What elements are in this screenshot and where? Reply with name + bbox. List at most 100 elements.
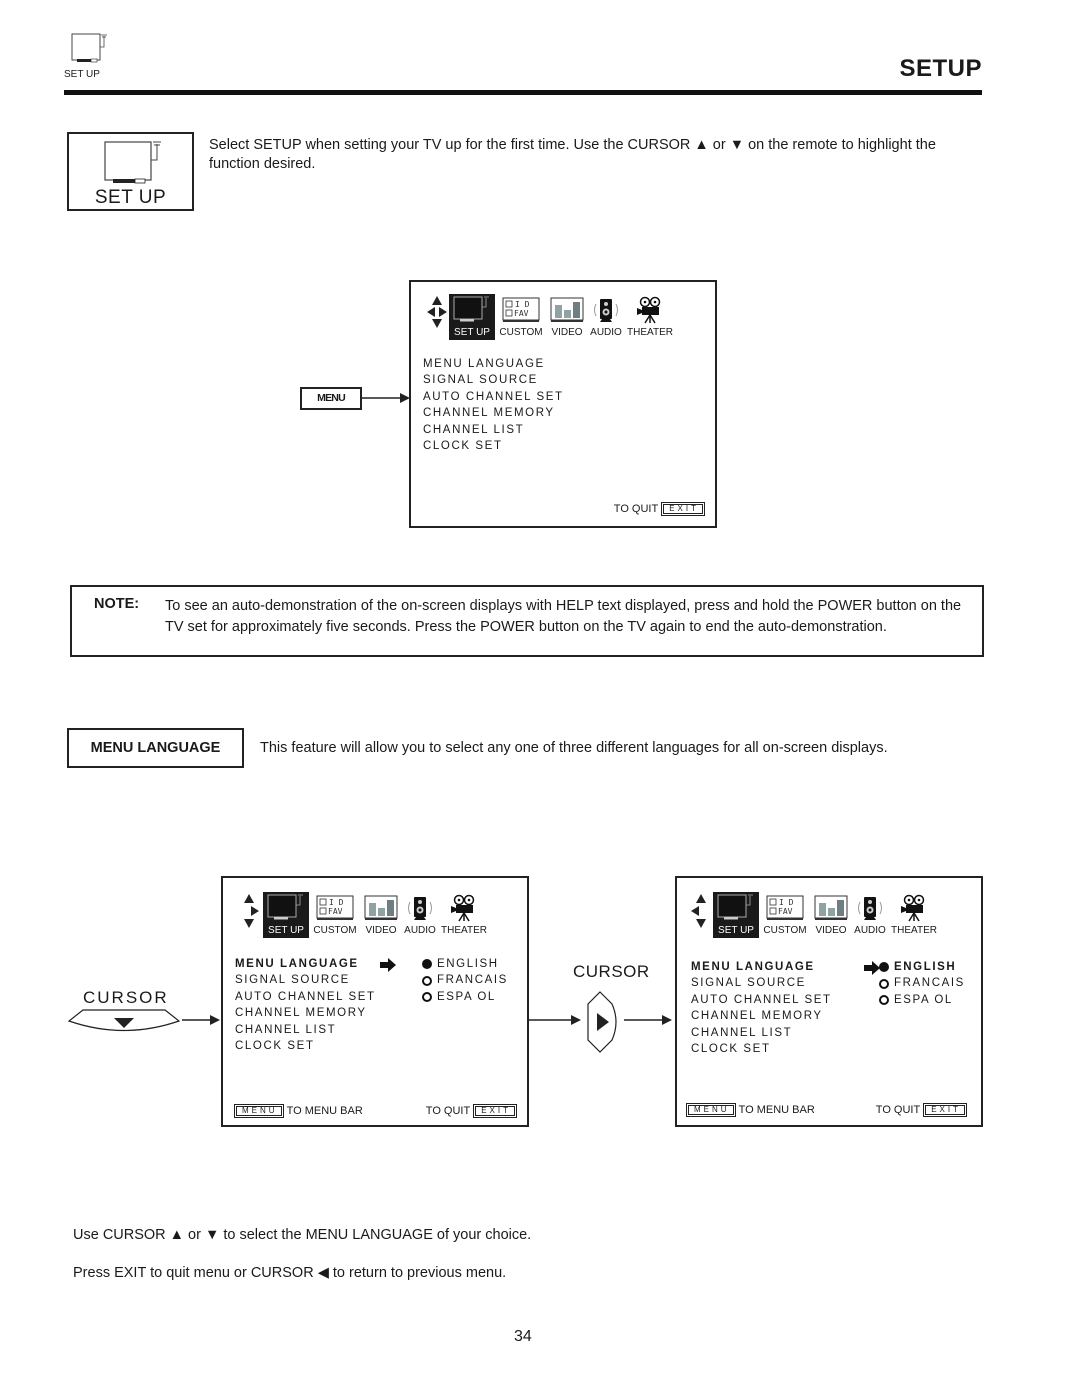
radio-empty-icon <box>879 978 889 989</box>
menu-item-auto-channel-set[interactable]: AUTO CHANNEL SET <box>691 992 832 1008</box>
header-divider <box>64 90 982 95</box>
tab-audio[interactable]: AUDIO <box>587 294 625 340</box>
language-option-espanol[interactable]: ESPA OL <box>422 989 508 1005</box>
radio-selected-icon <box>879 962 889 973</box>
tab-audio[interactable]: AUDIO <box>851 892 889 938</box>
menu-item-channel-list[interactable]: CHANNEL LIST <box>423 422 564 438</box>
tab-video[interactable]: VIDEO <box>547 294 587 340</box>
pointer-arrow-icon <box>380 958 396 972</box>
note-box: NOTE: To see an auto-demonstration of th… <box>70 585 984 657</box>
setup-menu-list: MENU LANGUAGE SIGNAL SOURCE AUTO CHANNEL… <box>235 956 376 1054</box>
language-option-english[interactable]: ENGLISH <box>422 956 508 972</box>
tab-label: THEATER <box>891 925 937 936</box>
tab-label: CUSTOM <box>499 327 543 338</box>
dpad-3way-icon <box>689 892 713 938</box>
section-title: SETUP <box>899 55 982 82</box>
menu-bar: SET UP I D FAV CUSTOM VIDEO AUDIO THEATER <box>425 294 675 340</box>
menu-item-clock-set[interactable]: CLOCK SET <box>235 1038 376 1054</box>
intro-text: Select SETUP when setting your TV up for… <box>209 137 936 172</box>
quit-hint: TO QUIT EXIT <box>426 1104 517 1118</box>
cursor-right-key[interactable] <box>582 990 622 1054</box>
menu-item-channel-list[interactable]: CHANNEL LIST <box>235 1022 376 1038</box>
tab-setup[interactable]: SET UP <box>263 892 309 938</box>
menu-button[interactable]: MENU <box>300 387 362 410</box>
tab-theater[interactable]: THEATER <box>625 294 675 340</box>
tab-label: AUDIO <box>404 925 436 936</box>
language-option-english[interactable]: ENGLISH <box>879 959 965 975</box>
to-quit-label: TO QUIT <box>613 503 659 515</box>
osd-menu-language-before: SET UP I D FAV CUSTOM VIDEO AUDIO THEATER <box>221 876 529 1127</box>
menu-bar: SET UP I D FAV CUSTOM VIDEO AUDIO THEATER <box>239 892 489 938</box>
svg-text:I D: I D <box>515 300 530 309</box>
tab-video[interactable]: VIDEO <box>811 892 851 938</box>
tab-theater[interactable]: THEATER <box>439 892 489 938</box>
menu-item-menu-language[interactable]: MENU LANGUAGE <box>691 959 832 975</box>
dpad-3way-icon <box>239 892 263 938</box>
menu-item-menu-language[interactable]: MENU LANGUAGE <box>423 356 564 372</box>
movie-camera-icon <box>899 892 929 924</box>
tab-video[interactable]: VIDEO <box>361 892 401 938</box>
menu-item-auto-channel-set[interactable]: AUTO CHANNEL SET <box>423 389 564 405</box>
note-label: NOTE: <box>94 596 140 612</box>
radio-empty-icon <box>422 992 432 1003</box>
tab-label: THEATER <box>627 327 673 338</box>
video-bars-icon <box>813 892 849 924</box>
exit-key[interactable]: EXIT <box>473 1104 517 1118</box>
tab-custom[interactable]: I D FAV CUSTOM <box>309 892 361 938</box>
tab-label: AUDIO <box>854 925 886 936</box>
menu-key[interactable]: MENU <box>686 1103 736 1117</box>
tv-icon <box>104 141 161 184</box>
tab-label: VIDEO <box>815 925 847 936</box>
language-option-francais[interactable]: FRANCAIS <box>879 975 965 991</box>
id-fav-icon: I D FAV <box>501 294 541 326</box>
language-option-francais[interactable]: FRANCAIS <box>422 972 508 988</box>
tab-theater[interactable]: THEATER <box>889 892 939 938</box>
menu-bar: SET UP I D FAV CUSTOM VIDEO AUDIO THEATER <box>689 892 939 938</box>
menu-item-channel-memory[interactable]: CHANNEL MEMORY <box>423 405 564 421</box>
menu-item-channel-memory[interactable]: CHANNEL MEMORY <box>691 1008 832 1024</box>
exit-key[interactable]: EXIT <box>661 502 705 516</box>
menu-item-signal-source[interactable]: SIGNAL SOURCE <box>235 972 376 988</box>
radio-selected-icon <box>422 959 432 970</box>
arrow-right-icon <box>362 393 410 403</box>
tab-setup[interactable]: SET UP <box>713 892 759 938</box>
tv-icon <box>266 892 306 924</box>
menu-item-menu-language[interactable]: MENU LANGUAGE <box>235 956 376 972</box>
tab-custom[interactable]: I D FAV CUSTOM <box>759 892 811 938</box>
to-menu-bar-label: TO MENU BAR <box>286 1105 363 1117</box>
menu-item-clock-set[interactable]: CLOCK SET <box>423 438 564 454</box>
tab-label: THEATER <box>441 925 487 936</box>
tab-audio[interactable]: AUDIO <box>401 892 439 938</box>
video-bars-icon <box>363 892 399 924</box>
menu-bar-hint: MENU TO MENU BAR <box>234 1104 363 1118</box>
tab-custom[interactable]: I D FAV CUSTOM <box>495 294 547 340</box>
speaker-icon <box>855 892 885 924</box>
arrow-right-icon <box>529 1015 581 1025</box>
instruction-exit: Press EXIT to quit menu or CURSOR ◀ to r… <box>73 1265 507 1281</box>
menu-item-channel-list[interactable]: CHANNEL LIST <box>691 1025 832 1041</box>
instruction-select: Use CURSOR ▲ or ▼ to select the MENU LAN… <box>73 1227 532 1243</box>
menu-item-signal-source[interactable]: SIGNAL SOURCE <box>691 975 832 991</box>
menu-item-signal-source[interactable]: SIGNAL SOURCE <box>423 372 564 388</box>
tab-label: CUSTOM <box>763 925 807 936</box>
dpad-4way-icon <box>425 294 449 340</box>
header-icon-label: SET UP <box>64 69 100 80</box>
tab-setup[interactable]: SET UP <box>449 294 495 340</box>
to-menu-bar-label: TO MENU BAR <box>738 1104 815 1116</box>
menu-item-clock-set[interactable]: CLOCK SET <box>691 1041 832 1057</box>
exit-key[interactable]: EXIT <box>923 1103 967 1117</box>
tab-label: VIDEO <box>551 327 583 338</box>
tv-icon <box>716 892 756 924</box>
language-option-espanol[interactable]: ESPA OL <box>879 992 965 1008</box>
menu-item-auto-channel-set[interactable]: AUTO CHANNEL SET <box>235 989 376 1005</box>
menu-bar-hint: MENU TO MENU BAR <box>686 1103 815 1117</box>
tab-label: VIDEO <box>365 925 397 936</box>
quit-hint: TO QUIT EXIT <box>876 1103 967 1117</box>
radio-empty-icon <box>422 975 432 986</box>
svg-text:FAV: FAV <box>778 907 793 916</box>
svg-text:I D: I D <box>779 898 794 907</box>
setup-box-label: SET UP <box>94 187 167 208</box>
cursor-down-key[interactable] <box>67 1008 182 1034</box>
menu-key[interactable]: MENU <box>234 1104 284 1118</box>
menu-item-channel-memory[interactable]: CHANNEL MEMORY <box>235 1005 376 1021</box>
